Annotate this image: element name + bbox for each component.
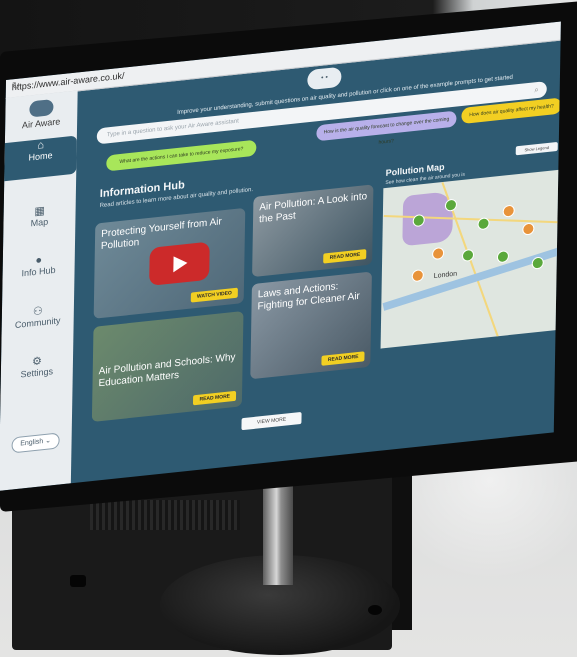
- air-quality-marker[interactable]: [461, 248, 475, 263]
- air-quality-marker[interactable]: [502, 204, 515, 218]
- pollution-map[interactable]: London: [380, 169, 561, 349]
- read-more-button[interactable]: READ MORE: [193, 390, 237, 406]
- article-card[interactable]: Laws and Actions: Fighting for Cleaner A…: [250, 271, 372, 380]
- article-title: Air Pollution: A Look into the Past: [258, 190, 368, 226]
- cloud-logo-icon: [29, 98, 54, 118]
- air-quality-marker[interactable]: [432, 246, 445, 261]
- base-bolt: [368, 605, 382, 615]
- show-legend-button[interactable]: Show Legend: [515, 141, 558, 156]
- read-more-button[interactable]: READ MORE: [323, 249, 367, 264]
- sidebar-item-home[interactable]: ⌂ Home: [4, 135, 77, 182]
- app-logo[interactable]: Air Aware: [11, 97, 71, 131]
- article-card[interactable]: Air Pollution and Schools: Why Education…: [91, 311, 244, 423]
- air-quality-marker[interactable]: [496, 250, 510, 264]
- air-quality-marker[interactable]: [522, 222, 535, 236]
- article-card[interactable]: Protecting Yourself from Air Pollution W…: [93, 207, 246, 319]
- language-value: English: [20, 438, 44, 448]
- language-select[interactable]: English ⌄: [11, 432, 60, 454]
- search-placeholder: Type in a question to ask your Air Aware…: [106, 118, 239, 139]
- sidebar-item-map[interactable]: ▦ Map: [3, 201, 75, 232]
- air-quality-marker[interactable]: [477, 217, 490, 231]
- article-title: Laws and Actions: Fighting for Cleaner A…: [257, 281, 360, 313]
- air-quality-marker[interactable]: [411, 269, 424, 283]
- air-quality-marker[interactable]: [444, 198, 458, 212]
- sidebar-item-settings[interactable]: ⚙ Settings: [1, 351, 73, 382]
- article-card[interactable]: Air Pollution: A Look into the Past READ…: [252, 184, 374, 278]
- speaker-grille: [90, 500, 240, 530]
- watch-video-button[interactable]: WATCH VIDEO: [190, 287, 238, 303]
- article-title: Air Pollution and Schools: Why Education…: [98, 351, 236, 390]
- play-video-icon[interactable]: [149, 241, 210, 286]
- kiosk-screen: https://www.air-aware.co.uk/ ↻ Air Aware…: [0, 21, 561, 491]
- prompt-chip[interactable]: What are the actions I can take to reduc…: [106, 139, 257, 172]
- sidebar-item-info-hub[interactable]: ● Info Hub: [3, 251, 75, 281]
- search-icon[interactable]: ⌕: [534, 82, 539, 99]
- sidebar-item-community[interactable]: ⚇ Community: [2, 301, 74, 332]
- city-label: London: [433, 270, 458, 280]
- read-more-button[interactable]: READ MORE: [321, 351, 365, 366]
- kiosk-port: [70, 575, 86, 587]
- air-quality-marker[interactable]: [531, 256, 544, 270]
- app-name: Air Aware: [21, 116, 61, 131]
- sidebar: Air Aware ⌂ Home ▦ Map ● Info Hub ⚇ Comm…: [0, 90, 78, 491]
- main-content: • • Improve your understanding, submit q…: [71, 40, 561, 484]
- view-more-button[interactable]: VIEW MORE: [241, 411, 302, 431]
- assistant-cloud-icon: • •: [307, 66, 342, 91]
